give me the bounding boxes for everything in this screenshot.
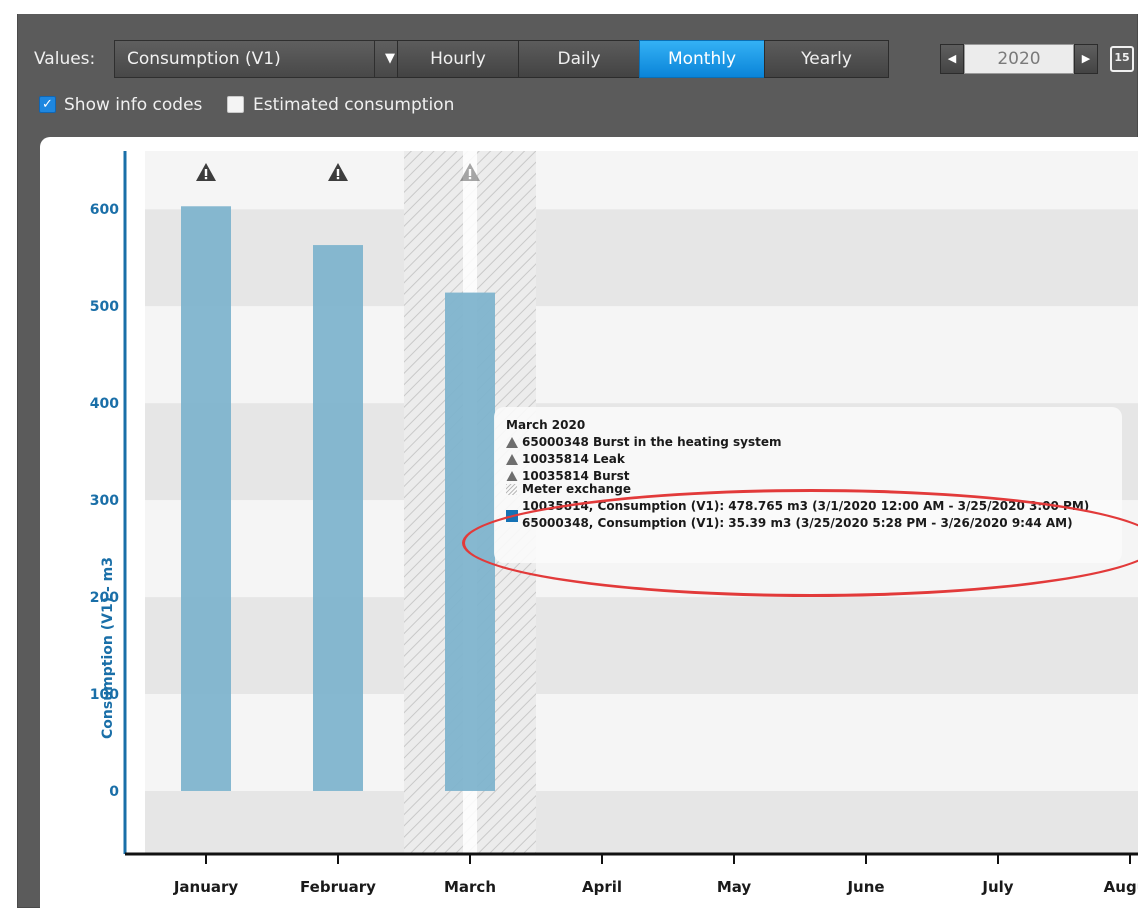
x-tick-label: February [300, 878, 376, 896]
warning-dot [336, 177, 340, 180]
values-label: Values: [34, 49, 96, 69]
warning-icon [506, 454, 518, 465]
warning-dot [468, 177, 472, 180]
tab-monthly[interactable]: Monthly [639, 40, 765, 78]
warning-dot [204, 177, 208, 180]
warning-icon [506, 471, 518, 481]
grid-band [145, 306, 1138, 404]
estimated-consumption-label: Estimated consumption [253, 95, 455, 115]
x-tick-label: April [582, 878, 622, 896]
tooltip-info-code: 10035814 Leak [506, 451, 1110, 468]
warning-bang [336, 169, 340, 176]
warning-bang [204, 169, 208, 176]
warning-icon [506, 437, 518, 448]
tab-daily[interactable]: Daily [518, 40, 640, 78]
grid-band [145, 790, 1138, 854]
highlight-oval [462, 489, 1138, 597]
calendar-icon[interactable]: 15 [1110, 46, 1134, 72]
chart-panel: 0 100 200 300 400 500 600 January February March A… [40, 137, 1138, 908]
x-tick-label: July [981, 878, 1013, 896]
estimated-consumption-checkbox[interactable] [227, 96, 244, 113]
y-tick-label: 400 [90, 396, 119, 412]
tooltip-info-code: 10035814 Burst [506, 468, 1110, 481]
x-tick-label: Augus [1104, 878, 1138, 896]
x-tick-label: March [444, 878, 496, 896]
y-axis-title: Consumption (V1) - m3 [100, 557, 116, 739]
app-frame: Values: Consumption (V1) ▼ Hourly Daily … [17, 0, 1138, 908]
grid-band [145, 209, 1138, 307]
x-tick-label: May [717, 878, 752, 896]
previous-year-button[interactable]: ◀ [940, 44, 964, 74]
show-info-codes-checkbox[interactable]: ✓ [39, 96, 56, 113]
y-tick-label: 600 [90, 202, 119, 218]
y-tick-label: 500 [90, 299, 119, 315]
x-tick-label: June [846, 878, 884, 896]
values-dropdown-value: Consumption (V1) [127, 49, 281, 69]
grid-band [145, 597, 1138, 695]
bar-february [313, 245, 363, 791]
next-year-button[interactable]: ▶ [1074, 44, 1098, 74]
tooltip-title: March 2020 [506, 418, 586, 432]
show-info-codes-label: Show info codes [64, 95, 203, 115]
tab-yearly[interactable]: Yearly [764, 40, 889, 78]
tab-hourly[interactable]: Hourly [397, 40, 519, 78]
grid-band [145, 151, 1138, 210]
bar-january [181, 206, 231, 791]
tooltip-info-code: 65000348 Burst in the heating system [506, 434, 1110, 451]
x-tick-label: January [173, 878, 239, 896]
values-dropdown[interactable]: Consumption (V1) ▼ [114, 40, 406, 78]
grid-band [145, 694, 1138, 791]
meter-exchange-icon [506, 484, 517, 495]
year-field[interactable]: 2020 [964, 44, 1074, 74]
warning-bang [468, 169, 472, 176]
toolbar: Values: Consumption (V1) ▼ Hourly Daily … [17, 40, 1138, 78]
